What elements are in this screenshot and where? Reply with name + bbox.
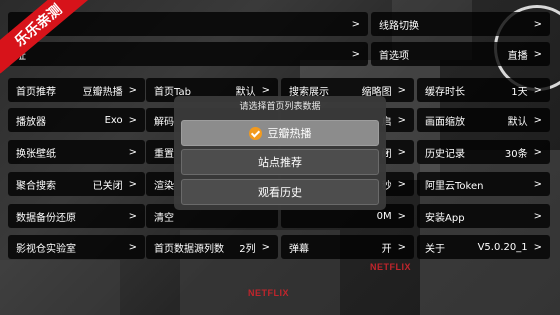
option-label: 观看历史 — [258, 186, 302, 199]
option-label: 豆瓣热播 — [267, 127, 312, 140]
dialog-title: 请选择首页列表数据 — [239, 102, 321, 112]
home-data-dialog: 请选择首页列表数据 豆瓣热播 站点推荐 观看历史 — [174, 96, 386, 210]
option-douban-hot[interactable]: 豆瓣热播 — [181, 120, 379, 146]
dialog-overlay: 请选择首页列表数据 豆瓣热播 站点推荐 观看历史 — [0, 0, 560, 315]
check-icon — [248, 126, 262, 140]
option-label: 站点推荐 — [258, 156, 302, 169]
option-watch-history[interactable]: 观看历史 — [181, 179, 379, 205]
option-site-recommend[interactable]: 站点推荐 — [181, 149, 379, 175]
